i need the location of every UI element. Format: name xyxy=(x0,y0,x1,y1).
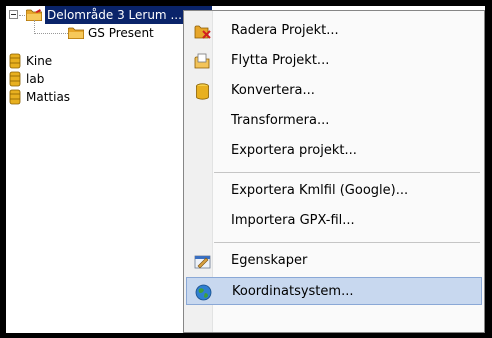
collapse-icon[interactable] xyxy=(9,10,18,19)
database-icon xyxy=(9,53,21,69)
database-icon xyxy=(9,71,21,87)
menu-item-exportera-projekt[interactable]: Exportera projekt... xyxy=(186,137,482,165)
properties-icon xyxy=(194,255,211,269)
menu-item-koordinatsystem[interactable]: Koordinatsystem... xyxy=(186,277,482,305)
menu-separator xyxy=(214,172,480,173)
menu-item-label: Egenskaper xyxy=(231,253,308,268)
menu-item-exportera-kmlfil[interactable]: Exportera Kmlfil (Google)... xyxy=(186,177,482,205)
tree-connector xyxy=(19,15,25,16)
menu-item-label: Transformera... xyxy=(231,113,330,128)
menu-item-label: Konvertera... xyxy=(231,83,315,98)
menu-item-label: Flytta Projekt... xyxy=(231,53,330,68)
folder-icon xyxy=(68,27,84,39)
tree-item-lab[interactable]: lab xyxy=(6,70,206,88)
move-folder-icon xyxy=(194,53,210,69)
menu-item-konvertera[interactable]: Konvertera... xyxy=(186,77,482,105)
menu-item-flytta-projekt[interactable]: Flytta Projekt... xyxy=(186,47,482,75)
database-icon xyxy=(196,83,209,100)
menu-item-label: Exportera Kmlfil (Google)... xyxy=(231,183,409,198)
database-icon xyxy=(9,89,21,105)
tree-item-label: GS Present xyxy=(88,26,154,40)
tree-item-label: Mattias xyxy=(26,90,71,104)
menu-item-egenskaper[interactable]: Egenskaper xyxy=(186,247,482,275)
window-frame-top xyxy=(0,0,492,6)
menu-item-label: Koordinatsystem... xyxy=(232,284,354,299)
menu-separator xyxy=(214,242,480,243)
globe-icon xyxy=(195,284,212,301)
menu-item-label: Radera Projekt... xyxy=(231,23,339,38)
menu-item-radera-projekt[interactable]: Radera Projekt... xyxy=(186,17,482,45)
menu-item-label: Importera GPX-fil... xyxy=(231,213,355,228)
tree-item-mattias[interactable]: Mattias xyxy=(6,88,206,106)
window-frame-right xyxy=(485,0,492,338)
tree-item-kine[interactable]: Kine xyxy=(6,52,206,70)
context-menu: Radera Projekt... Flytta Projekt... Konv… xyxy=(183,10,485,333)
menu-item-transformera[interactable]: Transformera... xyxy=(186,107,482,135)
tree-item-label: Kine xyxy=(26,54,53,68)
window-frame-left xyxy=(0,0,6,338)
tree-item-label: lab xyxy=(26,72,45,86)
menu-item-importera-gpx[interactable]: Importera GPX-fil... xyxy=(186,207,482,235)
menu-item-label: Exportera projekt... xyxy=(231,143,357,158)
tree-item-gs-present[interactable]: GS Present xyxy=(6,24,206,42)
delete-project-icon xyxy=(194,25,211,39)
project-tree: Delområde 3 Lerum ... PGA GS Present Kin… xyxy=(6,6,213,333)
tree-item-project[interactable]: Delområde 3 Lerum ... PGA xyxy=(6,6,213,24)
window-frame-bottom xyxy=(0,333,492,338)
